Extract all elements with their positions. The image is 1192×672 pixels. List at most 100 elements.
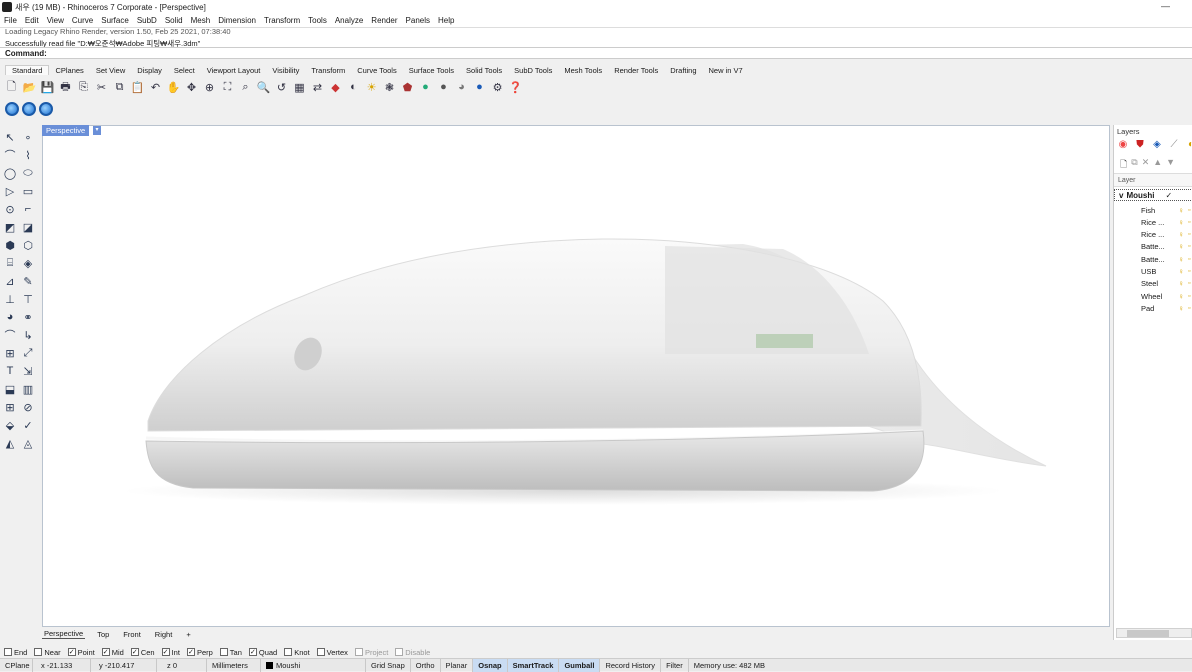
layer-column-header[interactable]: Layer	[1114, 173, 1192, 187]
rotate-view-icon[interactable]: ✥	[184, 80, 199, 95]
light-tool-icon[interactable]: ◬	[20, 436, 36, 450]
color-wheel-icon[interactable]: ◉	[1117, 139, 1129, 151]
osnap-icon[interactable]	[22, 102, 36, 116]
viewport-layout-icon[interactable]: ▦	[292, 80, 307, 95]
osnap-cen[interactable]: ✓ Cen	[130, 648, 155, 657]
pan-icon[interactable]: ✋	[166, 80, 181, 95]
options-icon[interactable]: ⚙	[490, 80, 505, 95]
layer-row[interactable]: Steel ♀ ▫	[1114, 278, 1192, 290]
osnap-disable[interactable]: Disable	[395, 648, 430, 657]
box-icon[interactable]: ⬢	[2, 238, 18, 252]
menu-tools[interactable]: Tools	[308, 16, 327, 25]
minimize-button[interactable]: —	[1161, 1, 1170, 11]
shade-icon[interactable]: ◆	[328, 80, 343, 95]
osnap-checkbox[interactable]: ✓	[67, 648, 76, 656]
tab-top[interactable]: Top	[95, 630, 111, 639]
cplane-icon[interactable]	[39, 102, 53, 116]
osnap-checkbox[interactable]: ✓	[130, 648, 139, 656]
fillet-icon[interactable]: ⌒	[2, 328, 18, 342]
osnap-checkbox[interactable]	[34, 648, 43, 656]
tab-perspective[interactable]: Perspective	[42, 629, 86, 639]
layer-row[interactable]: USB ♀ ▫	[1114, 266, 1192, 278]
tab-visibility[interactable]: Visibility	[266, 66, 305, 75]
tab-mesh-tools[interactable]: Mesh Tools	[558, 66, 608, 75]
visibility-bulb-icon[interactable]: ♀	[1178, 304, 1184, 313]
polyline-icon[interactable]: ⌒	[2, 148, 18, 162]
environment-icon[interactable]: ●	[472, 80, 487, 95]
current-layer-status[interactable]: Moushi	[261, 658, 366, 672]
filter-toggle[interactable]: Filter	[661, 658, 689, 672]
move-cplane-icon[interactable]: ⇄	[310, 80, 325, 95]
osnap-checkbox[interactable]	[284, 648, 293, 656]
layers-tab-icon[interactable]: ⛊	[1134, 139, 1146, 151]
menu-subd[interactable]: SubD	[137, 16, 157, 25]
viewport-menu-arrow-icon[interactable]: ▾	[93, 126, 101, 135]
tab-drafting[interactable]: Drafting	[664, 66, 702, 75]
menu-solid[interactable]: Solid	[165, 16, 183, 25]
polygon-icon[interactable]: ▷	[2, 184, 18, 198]
menu-curve[interactable]: Curve	[72, 16, 93, 25]
command-line[interactable]: Command:	[0, 47, 1192, 59]
record-history-toggle[interactable]: Record History	[600, 658, 662, 672]
tab-surface-tools[interactable]: Surface Tools	[403, 66, 460, 75]
curve-icon[interactable]: ⌇	[20, 148, 36, 162]
tab-select[interactable]: Select	[168, 66, 201, 75]
lock-icon[interactable]: ▫	[1188, 305, 1190, 312]
visibility-bulb-icon[interactable]: ♀	[1178, 230, 1184, 239]
check-icon[interactable]: ✓	[20, 418, 36, 432]
menu-panels[interactable]: Panels	[406, 16, 430, 25]
rectangle-icon[interactable]: ▭	[20, 184, 36, 198]
osnap-mid[interactable]: ✓ Mid	[101, 648, 124, 657]
cplane-status[interactable]: CPlane	[0, 658, 33, 672]
move-up-icon[interactable]: ▲	[1153, 157, 1162, 173]
tab-standard[interactable]: Standard	[5, 65, 50, 75]
tab-transform[interactable]: Transform	[305, 66, 351, 75]
render-mesh-icon[interactable]: ◭	[2, 436, 18, 450]
move-down-icon[interactable]: ▼	[1166, 157, 1175, 173]
osnap-int[interactable]: ✓ Int	[161, 648, 180, 657]
layer-row[interactable]: Batte... ♀ ▫	[1114, 241, 1192, 253]
zoom-icon[interactable]: 🔍	[256, 80, 271, 95]
copy-icon[interactable]: ⧉	[112, 80, 127, 95]
menu-surface[interactable]: Surface	[101, 16, 129, 25]
layer-row[interactable]: Pad ♀ ▫	[1114, 302, 1192, 314]
visibility-bulb-icon[interactable]: ♀	[1178, 292, 1184, 301]
lock-icon[interactable]: ▫	[1188, 207, 1190, 214]
menu-transform[interactable]: Transform	[264, 16, 300, 25]
ellipse-icon[interactable]: ⬭	[20, 166, 36, 180]
render-icon[interactable]: ❃	[382, 80, 397, 95]
import-icon[interactable]: ⎘	[76, 80, 91, 95]
print-icon[interactable]: 🖶	[58, 80, 73, 95]
help-icon[interactable]: ❓	[508, 80, 523, 95]
pipe-icon[interactable]: ⊘	[20, 400, 36, 414]
cylinder-icon[interactable]: ⌸	[2, 256, 18, 270]
tab-solid-tools[interactable]: Solid Tools	[460, 66, 508, 75]
analyze-icon[interactable]: ⬙	[2, 418, 18, 432]
open-icon[interactable]: 📂	[22, 80, 37, 95]
light-tab-icon[interactable]: ◐	[1185, 139, 1192, 151]
osnap-vertex[interactable]: Vertex	[316, 648, 348, 657]
ortho-toggle[interactable]: Ortho	[411, 658, 441, 672]
tab-viewport-layout[interactable]: Viewport Layout	[201, 66, 267, 75]
gumball-icon[interactable]	[5, 102, 19, 116]
save-icon[interactable]: 💾	[40, 80, 55, 95]
layer-row[interactable]: Fish ♀ ▫	[1114, 204, 1192, 216]
split-icon[interactable]: ⊥	[2, 292, 18, 306]
osnap-checkbox[interactable]	[316, 648, 325, 656]
osnap-quad[interactable]: ✓ Quad	[248, 648, 277, 657]
planar-toggle[interactable]: Planar	[441, 658, 474, 672]
new-sublayer-icon[interactable]: ⧉	[1131, 157, 1137, 173]
layers-scrollbar[interactable]	[1116, 628, 1192, 638]
grid-snap-toggle[interactable]: Grid Snap	[366, 658, 411, 672]
units-status[interactable]: Millimeters	[207, 658, 261, 672]
trim-icon[interactable]: ⊤	[20, 292, 36, 306]
fillet-curve-icon[interactable]: ⌐	[20, 202, 36, 216]
undo-icon[interactable]: ↶	[148, 80, 163, 95]
menu-analyze[interactable]: Analyze	[335, 16, 363, 25]
array-icon[interactable]: ⊞	[2, 400, 18, 414]
dimension-icon[interactable]: ⇲	[20, 364, 36, 378]
surface-icon[interactable]: ◩	[2, 220, 18, 234]
command-history[interactable]: Loading Legacy Rhino Render, version 1.5…	[0, 27, 1192, 48]
viewport-title[interactable]: Perspective	[42, 125, 90, 136]
menu-file[interactable]: File	[4, 16, 17, 25]
